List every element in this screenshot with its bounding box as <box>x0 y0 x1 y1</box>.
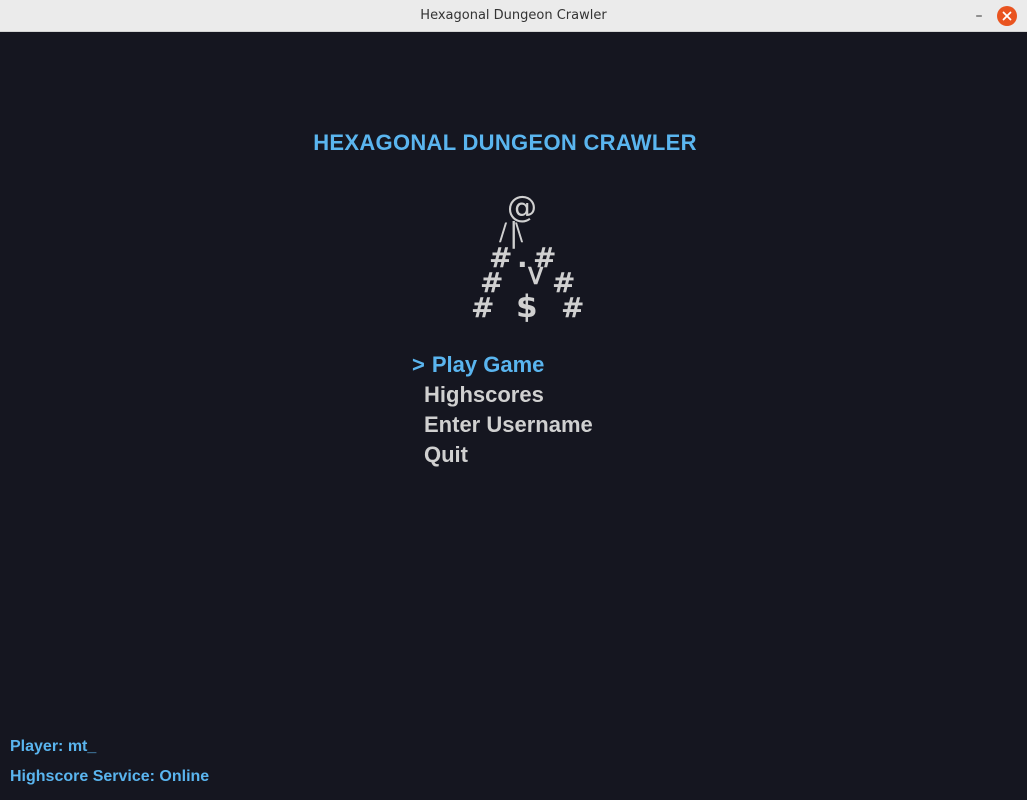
selection-cursor: > <box>412 352 425 377</box>
ascii-wall-glyph: # <box>561 291 585 324</box>
game-title: HEXAGONAL DUNGEON CRAWLER <box>313 130 697 155</box>
menu-item-label: Quit <box>424 442 468 467</box>
menu-item-enter-username[interactable]: Enter Username <box>424 412 593 438</box>
ascii-gold-glyph: $ <box>516 289 538 325</box>
menu-item-highscores[interactable]: Highscores <box>424 382 544 408</box>
close-button[interactable] <box>997 6 1017 26</box>
ascii-stairs-glyph: > <box>520 263 554 288</box>
window-title: Hexagonal Dungeon Crawler <box>420 8 607 23</box>
close-icon <box>1002 11 1012 21</box>
highscore-service-status: Highscore Service: Online <box>10 768 210 785</box>
minimize-button[interactable]: – <box>972 8 986 24</box>
window-titlebar: Hexagonal Dungeon Crawler – <box>0 0 1027 32</box>
menu-item-quit[interactable]: Quit <box>424 442 468 468</box>
player-status: Player: mt_ <box>10 738 97 755</box>
menu-item-label: Play Game <box>431 352 545 377</box>
menu-item-label: Enter Username <box>424 412 593 437</box>
menu-item-label: Highscores <box>424 382 544 407</box>
game-canvas: HEXAGONAL DUNGEON CRAWLER @ / | \ # . # … <box>0 32 1027 800</box>
ascii-wall-glyph: # <box>471 291 495 324</box>
menu-item-play-game[interactable]: > Play Game <box>412 352 544 378</box>
